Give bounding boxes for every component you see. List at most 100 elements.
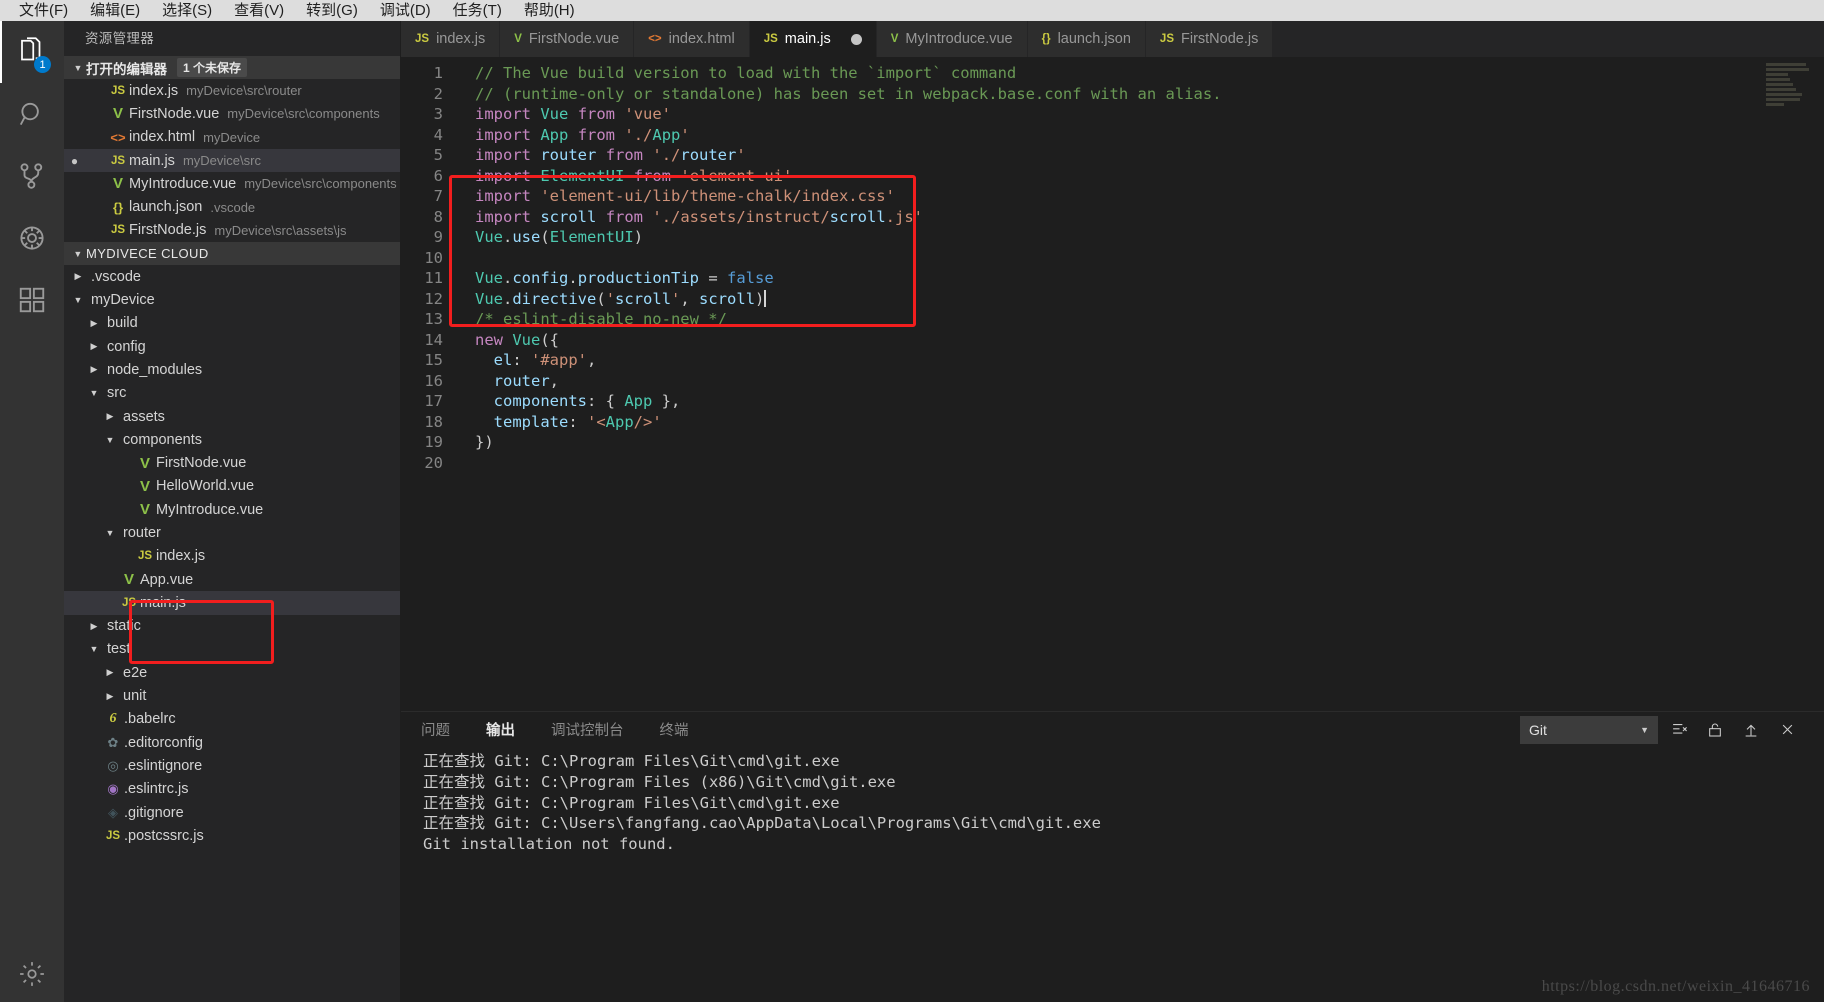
- chevron-right-icon[interactable]: ▶: [86, 364, 102, 375]
- editor-tab[interactable]: V MyIntroduce.vue: [876, 21, 1028, 57]
- tree-indent-icon: ▶: [118, 504, 134, 515]
- chevron-down-icon[interactable]: ▼: [102, 528, 118, 538]
- open-editor-item[interactable]: V MyIntroduce.vue myDevice\src\components: [64, 172, 401, 195]
- menu-item-5[interactable]: 调试(D): [369, 0, 442, 21]
- code-editor[interactable]: 1 2 3 4 5 6 7 8 9 10 11 12 13 14 15 16 17 18 19 20 // The V…: [401, 57, 1824, 711]
- menu-item-2[interactable]: 选择(S): [151, 0, 223, 21]
- minimap[interactable]: [1766, 63, 1810, 123]
- tree-folder-row[interactable]: ▶ node_modules: [64, 358, 401, 381]
- js-file-icon: JS: [110, 84, 126, 97]
- editor-tab[interactable]: {} launch.json: [1027, 21, 1146, 57]
- editor-tab[interactable]: V FirstNode.vue: [500, 21, 635, 57]
- activity-extensions[interactable]: [0, 269, 64, 331]
- tree-file-row[interactable]: ▶ V MyIntroduce.vue: [64, 498, 401, 521]
- tree-file-row[interactable]: ▶ V HelloWorld.vue: [64, 475, 401, 498]
- open-editor-item[interactable]: {} launch.json .vscode: [64, 195, 401, 218]
- chevron-right-icon[interactable]: ▶: [102, 691, 118, 702]
- open-editor-item[interactable]: V FirstNode.vue myDevice\src\components: [64, 102, 401, 125]
- js-file-icon: JS: [415, 33, 430, 45]
- editor-tab[interactable]: <> index.html: [634, 21, 750, 57]
- chevron-right-icon[interactable]: ▶: [102, 667, 118, 678]
- tree-indent-icon: ▶: [86, 760, 102, 771]
- open-editor-item[interactable]: ● JS main.js myDevice\src: [64, 148, 401, 173]
- tree-file-row[interactable]: ▶ ◎ .eslintignore: [64, 754, 401, 777]
- chevron-down-icon[interactable]: ▼: [102, 435, 118, 445]
- activity-debug[interactable]: [0, 207, 64, 269]
- tree-folder-row[interactable]: ▶ .vscode: [64, 265, 401, 288]
- tree-folder-row[interactable]: ▼ test: [64, 638, 401, 661]
- open-editors-header[interactable]: ▼ 打开的编辑器 1 个未保存: [64, 56, 401, 79]
- menu-item-6[interactable]: 任务(T): [442, 0, 513, 21]
- chevron-right-icon[interactable]: ▶: [102, 411, 118, 422]
- tree-file-row[interactable]: ▶ ◈ .gitignore: [64, 801, 401, 824]
- open-editor-item[interactable]: JS index.js myDevice\src\router: [64, 79, 401, 102]
- menu-item-3[interactable]: 查看(V): [223, 0, 295, 21]
- chevron-down-icon[interactable]: ▼: [70, 295, 86, 305]
- vue-file-icon: V: [139, 477, 150, 495]
- tree-file-row[interactable]: ▶ ◉ .eslintrc.js: [64, 778, 401, 801]
- output-line: Git installation not found.: [423, 835, 675, 854]
- js-file-icon: JS: [105, 829, 121, 842]
- activity-settings[interactable]: [0, 946, 64, 1002]
- activity-source-control[interactable]: [0, 145, 64, 207]
- dirty-indicator-icon: ●: [70, 153, 79, 168]
- menu-item-0[interactable]: 文件(F): [8, 0, 79, 21]
- menu-item-4[interactable]: 转到(G): [295, 0, 369, 21]
- code-text[interactable]: // The Vue build version to load with th…: [453, 63, 1824, 473]
- panel-tab[interactable]: 调试控制台: [551, 719, 624, 740]
- tab-dirty-icon[interactable]: [850, 33, 862, 45]
- tree-file-row[interactable]: ▶ V App.vue: [64, 568, 401, 591]
- editor-tab[interactable]: JS main.js: [749, 21, 877, 57]
- tree-folder-row[interactable]: ▼ router: [64, 521, 401, 544]
- close-panel-icon[interactable]: [1772, 717, 1802, 743]
- tree-file-row[interactable]: ▶ V FirstNode.vue: [64, 451, 401, 474]
- tree-indent-icon: ▶: [118, 551, 134, 562]
- tree-folder-row[interactable]: ▶ config: [64, 335, 401, 358]
- code-line: router,: [493, 371, 560, 390]
- panel-tab[interactable]: 输出: [486, 719, 515, 740]
- tree-file-row[interactable]: ▶JSindex.js: [64, 545, 401, 568]
- chevron-down-icon[interactable]: ▼: [86, 388, 102, 398]
- editor-tab[interactable]: JS index.js: [401, 21, 501, 57]
- tree-folder-row[interactable]: ▶ unit: [64, 684, 401, 707]
- output-channel-select[interactable]: Git ▼: [1520, 715, 1658, 744]
- maximize-panel-icon[interactable]: [1736, 717, 1766, 743]
- chevron-down-icon[interactable]: ▼: [86, 644, 102, 654]
- panel-tab[interactable]: 问题: [421, 719, 450, 740]
- code-line: Vue.directive('scroll', scroll): [475, 289, 767, 308]
- output-view[interactable]: 正在查找 Git: C:\Program Files\Git\cmd\git.e…: [401, 747, 1824, 1002]
- tree-folder-row[interactable]: ▼ myDevice: [64, 288, 401, 311]
- lock-icon[interactable]: [1700, 717, 1730, 743]
- line-number: 15: [424, 351, 443, 369]
- chevron-right-icon[interactable]: ▶: [86, 341, 102, 352]
- tree-file-row[interactable]: ▶JSmain.js: [64, 591, 401, 615]
- code-line: template: '<App/>': [493, 412, 662, 431]
- tree-folder-row[interactable]: ▶ static: [64, 615, 401, 638]
- open-editor-item[interactable]: <> index.html myDevice: [64, 126, 401, 149]
- chevron-right-icon[interactable]: ▶: [70, 271, 86, 282]
- activity-explorer[interactable]: 1: [0, 21, 64, 83]
- project-header[interactable]: ▼ MYDIVECE CLOUD: [64, 242, 401, 266]
- watermark: https://blog.csdn.net/weixin_41646716: [1541, 978, 1810, 995]
- line-number: 7: [433, 187, 443, 205]
- line-number: 19: [424, 433, 443, 451]
- tree-file-row[interactable]: ▶ ✿ .editorconfig: [64, 731, 401, 754]
- tree-file-row[interactable]: ▶ 6 .babelrc: [64, 708, 401, 731]
- tree-folder-row[interactable]: ▶ e2e: [64, 661, 401, 684]
- menu-item-1[interactable]: 编辑(E): [79, 0, 151, 21]
- tree-folder-row[interactable]: ▶ assets: [64, 405, 401, 428]
- tree-folder-row[interactable]: ▼ src: [64, 382, 401, 405]
- sidebar-title: 资源管理器: [85, 31, 154, 46]
- open-editor-item[interactable]: JS FirstNode.js myDevice\src\assets\js: [64, 219, 401, 242]
- chevron-right-icon[interactable]: ▶: [86, 318, 102, 329]
- editor-tab[interactable]: JS FirstNode.js: [1145, 21, 1274, 57]
- tree-file-label: HelloWorld.vue: [156, 478, 255, 495]
- tree-file-row[interactable]: ▶JS.postcssrc.js: [64, 824, 401, 847]
- activity-search[interactable]: [0, 83, 64, 145]
- clear-output-icon[interactable]: [1664, 717, 1694, 743]
- panel-tab[interactable]: 终端: [660, 719, 689, 740]
- tree-folder-row[interactable]: ▼ components: [64, 428, 401, 451]
- menu-item-7[interactable]: 帮助(H): [513, 0, 586, 21]
- tree-folder-row[interactable]: ▶ build: [64, 312, 401, 335]
- chevron-right-icon[interactable]: ▶: [86, 621, 102, 632]
